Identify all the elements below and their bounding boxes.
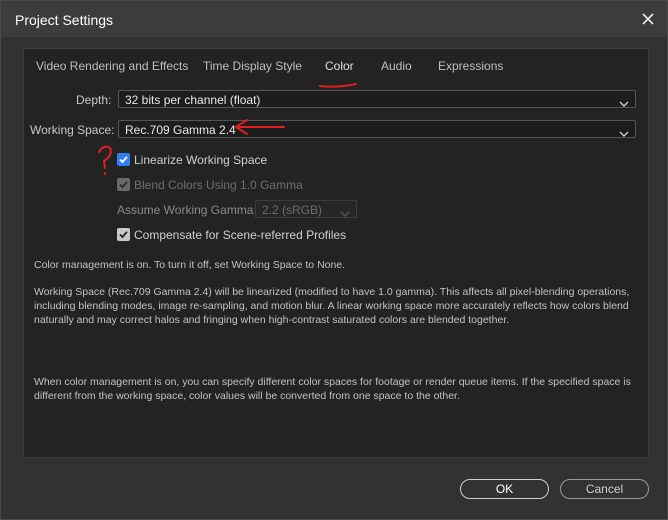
linearize-description: Working Space (Rec.709 Gamma 2.4) will b… (34, 286, 630, 326)
assume-gamma-label: Assume Working Gamma: (117, 203, 257, 217)
tab-color[interactable]: Color (325, 59, 354, 73)
tab-expressions[interactable]: Expressions (438, 59, 503, 73)
ok-button[interactable]: OK (460, 479, 549, 499)
blend-colors-checkbox (117, 178, 130, 191)
assume-gamma-value: 2.2 (sRGB) (262, 203, 323, 217)
tab-bar: Video Rendering and Effects Time Display… (24, 49, 648, 83)
linearize-label: Linearize Working Space (134, 153, 268, 167)
tab-time-display-style[interactable]: Time Display Style (203, 59, 302, 73)
working-space-select[interactable]: Rec.709 Gamma 2.4 (118, 120, 636, 138)
color-management-status: Color management is on. To turn it off, … (34, 259, 346, 271)
settings-panel: Video Rendering and Effects Time Display… (23, 48, 649, 458)
working-space-label: Working Space: (30, 123, 115, 137)
compensate-checkbox[interactable] (117, 228, 130, 241)
close-icon[interactable] (639, 10, 657, 28)
blend-colors-label: Blend Colors Using 1.0 Gamma (134, 178, 303, 192)
project-settings-dialog: Project Settings Video Rendering and Eff… (0, 0, 668, 520)
color-space-conversion-note: When color management is on, you can spe… (34, 376, 631, 402)
depth-value: 32 bits per channel (float) (125, 93, 261, 107)
chevron-down-icon (340, 205, 350, 217)
linearize-checkbox[interactable] (117, 153, 130, 166)
title-bar: Project Settings (1, 1, 667, 37)
dialog-title: Project Settings (15, 12, 114, 28)
working-space-value: Rec.709 Gamma 2.4 (125, 123, 236, 137)
compensate-label: Compensate for Scene-referred Profiles (134, 228, 347, 242)
chevron-down-icon (619, 95, 629, 107)
depth-select[interactable]: 32 bits per channel (float) (118, 90, 636, 108)
depth-label: Depth: (76, 93, 112, 107)
cancel-button[interactable]: Cancel (560, 479, 649, 499)
chevron-down-icon (619, 125, 629, 137)
tab-audio[interactable]: Audio (381, 59, 412, 73)
assume-gamma-select: 2.2 (sRGB) (255, 200, 357, 218)
tab-video-rendering[interactable]: Video Rendering and Effects (36, 59, 188, 73)
